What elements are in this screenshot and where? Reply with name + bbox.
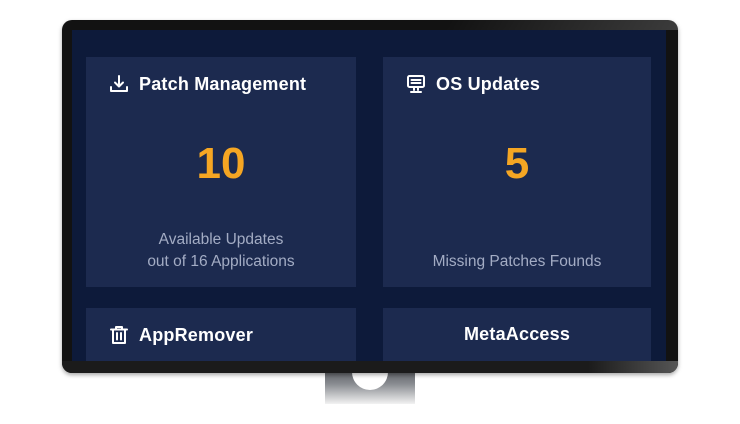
metaaccess-title: MetaAccess (463, 324, 571, 344)
os-updates-card[interactable]: OS Updates 5 Missing Patches Founds (383, 57, 651, 287)
appremover-card[interactable]: AppRemover (86, 308, 356, 361)
patch-management-title: Patch Management (139, 73, 307, 94)
available-updates-count: 10 (196, 139, 246, 188)
metaaccess-card[interactable]: MetaAccess (383, 308, 651, 361)
server-icon (405, 73, 427, 95)
monitor-bezel-bottom (62, 361, 678, 373)
applications-total-label: out of 16 Applications (147, 253, 295, 270)
os-updates-header: OS Updates (405, 73, 540, 95)
available-updates-label: Available Updates (158, 231, 284, 248)
os-updates-title: OS Updates (436, 73, 541, 94)
appremover-title: AppRemover (139, 324, 254, 345)
metaaccess-header: MetaAccess (383, 324, 651, 345)
patch-management-card[interactable]: Patch Management 10 Available Updates ou… (86, 57, 356, 287)
missing-patches-count: 5 (504, 139, 530, 188)
dashboard-screen: Patch Management 10 Available Updates ou… (72, 30, 666, 361)
patch-management-header: Patch Management (108, 73, 306, 95)
metaaccess-subtitle-cutoff (383, 356, 651, 361)
download-icon (108, 73, 130, 95)
patch-management-subtitle: Available Updates out of 16 Applications (86, 229, 356, 273)
appremover-header: AppRemover (108, 324, 253, 346)
missing-patches-label: Missing Patches Founds (432, 253, 602, 270)
stage: Patch Management 10 Available Updates ou… (0, 0, 740, 424)
trash-icon (108, 324, 130, 346)
monitor: Patch Management 10 Available Updates ou… (62, 20, 678, 373)
